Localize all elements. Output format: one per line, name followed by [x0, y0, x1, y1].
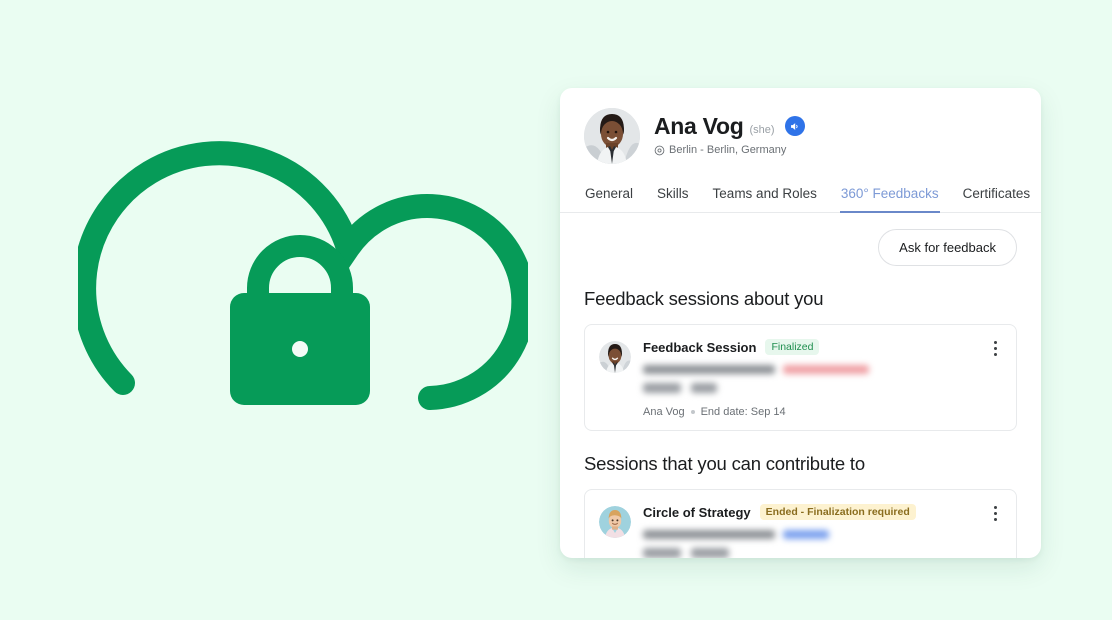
action-row: Ask for feedback — [584, 229, 1017, 266]
kebab-menu-icon[interactable] — [986, 502, 1004, 524]
page-title: Ana Vog — [654, 112, 744, 139]
tab-certificates[interactable]: Certificates — [962, 182, 1032, 213]
status-badge: Finalized — [765, 339, 820, 355]
ask-for-feedback-button[interactable]: Ask for feedback — [878, 229, 1017, 266]
profile-tabs: General Skills Teams and Roles 360° Feed… — [560, 182, 1041, 213]
redacted-chips — [643, 548, 1002, 558]
session-owner-label: Ana Vog — [643, 406, 685, 418]
session-end-date: End date: Sep 14 — [700, 406, 786, 418]
profile-panel: Ana Vog (she) Berlin - Berlin, Germany G… — [560, 88, 1041, 558]
ana-vog-avatar — [584, 108, 640, 164]
status-badge: Ended - Finalization required — [759, 504, 916, 520]
session-contributor-avatar — [599, 506, 631, 538]
feedbacks-content: Ask for feedback Feedback sessions about… — [560, 213, 1041, 558]
tab-360-feedbacks[interactable]: 360° Feedbacks — [839, 182, 940, 213]
session-card-main: Feedback Session Finalized Ana Vog End d… — [643, 339, 1002, 418]
cloud-lock-illustration — [78, 108, 528, 498]
redacted-status-line — [643, 530, 1002, 539]
tab-teams-and-roles[interactable]: Teams and Roles — [712, 182, 818, 213]
feedback-session-card[interactable]: Feedback Session Finalized Ana Vog End d… — [584, 324, 1017, 431]
profile-header: Ana Vog (she) Berlin - Berlin, Germany — [560, 88, 1041, 164]
tab-skills[interactable]: Skills — [656, 182, 690, 213]
section-title-feedback-about-you: Feedback sessions about you — [584, 288, 824, 309]
location-pin-icon — [654, 145, 665, 155]
redacted-status-line — [643, 365, 1002, 374]
tab-general[interactable]: General — [584, 182, 634, 213]
session-title: Feedback Session — [643, 339, 757, 355]
speaker-pronunciation-icon[interactable] — [784, 116, 805, 137]
contribute-card-main: Circle of Strategy Ended - Finalization … — [643, 504, 1002, 558]
identity-block: Ana Vog (she) Berlin - Berlin, Germany — [654, 112, 805, 158]
session-title-row: Feedback Session Finalized — [643, 339, 1002, 355]
contribute-session-card[interactable]: Circle of Strategy Ended - Finalization … — [584, 489, 1017, 558]
meta-separator-dot — [690, 410, 695, 414]
pronoun-label: (she) — [749, 124, 775, 137]
location-label: Berlin - Berlin, Germany — [669, 144, 787, 157]
session-title: Circle of Strategy — [643, 504, 751, 520]
location-row: Berlin - Berlin, Germany — [654, 144, 805, 156]
contribute-title-row: Circle of Strategy Ended - Finalization … — [643, 504, 1002, 520]
kebab-menu-icon[interactable] — [986, 337, 1004, 359]
session-meta: Ana Vog End date: Sep 14 — [643, 406, 1002, 418]
section-title-sessions-you-contribute-to: Sessions that you can contribute to — [584, 453, 865, 474]
session-owner-avatar — [599, 341, 631, 373]
redacted-chips — [643, 383, 1002, 393]
padlock-keyhole-icon — [292, 341, 308, 357]
name-row: Ana Vog (she) — [654, 112, 805, 139]
